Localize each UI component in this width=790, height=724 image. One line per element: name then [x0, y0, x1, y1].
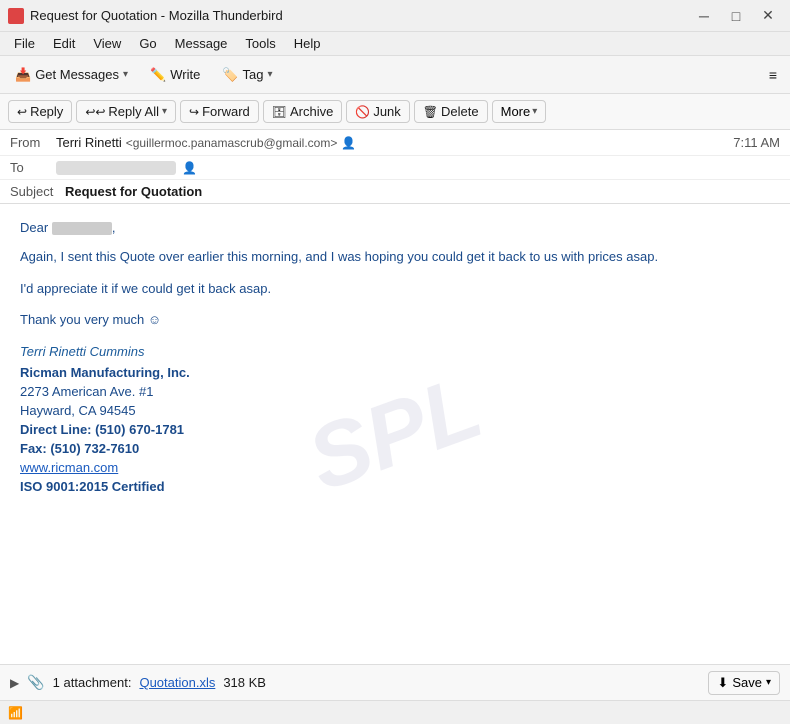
to-profile-icon: 👤: [182, 161, 197, 175]
junk-icon: 🚫: [355, 105, 370, 119]
subject-row: Subject Request for Quotation: [0, 180, 790, 203]
menu-view[interactable]: View: [85, 34, 129, 53]
email-greeting: Dear ,: [20, 220, 770, 235]
attachment-filename[interactable]: Quotation.xls: [139, 675, 215, 690]
email-content: Dear , Again, I sent this Quote over ear…: [20, 220, 770, 494]
status-bar: 📶: [0, 700, 790, 724]
from-label: From: [10, 135, 50, 150]
menu-message[interactable]: Message: [167, 34, 236, 53]
minimize-button[interactable]: ─: [690, 5, 718, 27]
email-subject: Request for Quotation: [65, 184, 202, 199]
sig-direct: Direct Line: (510) 670-1781: [20, 422, 770, 437]
archive-icon: 🗄: [272, 105, 287, 119]
email-thank-you: Thank you very much ☺: [20, 310, 770, 330]
app-icon: [8, 8, 24, 24]
close-button[interactable]: ✕: [754, 5, 782, 27]
attachment-count: 1 attachment:: [53, 675, 132, 690]
write-icon: ✏️: [150, 67, 166, 83]
get-messages-button[interactable]: 📥 Get Messages ▾: [6, 62, 137, 88]
hamburger-icon: ≡: [769, 67, 777, 83]
to-address-blurred: [56, 161, 176, 175]
menu-edit[interactable]: Edit: [45, 34, 83, 53]
attachment-size: 318 KB: [223, 675, 266, 690]
sig-address2: Hayward, CA 94545: [20, 403, 770, 418]
attachment-bar: ▶ 📎 1 attachment: Quotation.xls 318 KB ⬇…: [0, 664, 790, 700]
title-bar: Request for Quotation - Mozilla Thunderb…: [0, 0, 790, 32]
sig-company: Ricman Manufacturing, Inc.: [20, 365, 770, 380]
save-button[interactable]: ⬇ Save ▾: [708, 671, 780, 695]
sender-email: <guillermoc.panamascrub@gmail.com>: [126, 136, 338, 150]
sig-website-link[interactable]: www.ricman.com: [20, 460, 770, 475]
email-timestamp: 7:11 AM: [733, 135, 780, 150]
sig-certification: ISO 9001:2015 Certified: [20, 479, 770, 494]
get-messages-icon: 📥: [15, 67, 31, 83]
forward-icon: ↪: [189, 105, 199, 119]
reply-button[interactable]: ↩ Reply: [8, 100, 72, 123]
delete-button[interactable]: 🗑 Delete: [414, 100, 488, 123]
reply-all-icon: ↩↩: [85, 105, 105, 119]
sig-address1: 2273 American Ave. #1: [20, 384, 770, 399]
attachment-file-icon: 📎: [27, 674, 44, 691]
attachment-expand-icon[interactable]: ▶: [10, 676, 19, 690]
delete-icon: 🗑: [423, 105, 438, 119]
tag-icon: 🏷️: [222, 67, 238, 83]
maximize-button[interactable]: □: [722, 5, 750, 27]
window-title: Request for Quotation - Mozilla Thunderb…: [30, 8, 283, 23]
forward-button[interactable]: ↪ Forward: [180, 100, 259, 123]
get-messages-dropdown-icon[interactable]: ▾: [123, 69, 128, 80]
menu-help[interactable]: Help: [286, 34, 329, 53]
email-paragraph-1: Again, I sent this Quote over earlier th…: [20, 247, 770, 267]
reply-icon: ↩: [17, 105, 27, 119]
from-row: From Terri Rinetti <guillermoc.panamascr…: [0, 130, 790, 156]
to-row: To 👤: [0, 156, 790, 180]
menu-go[interactable]: Go: [131, 34, 164, 53]
sender-profile-icon[interactable]: 👤: [341, 136, 356, 150]
download-icon: ⬇: [717, 675, 728, 691]
email-action-toolbar: ↩ Reply ↩↩ Reply All ▾ ↪ Forward 🗄 Archi…: [0, 94, 790, 130]
sig-name: Terri Rinetti Cummins: [20, 344, 770, 359]
more-dropdown-icon: ▾: [532, 106, 537, 117]
sender-name: Terri Rinetti: [56, 135, 122, 150]
tag-dropdown-icon[interactable]: ▾: [268, 69, 273, 80]
junk-button[interactable]: 🚫 Junk: [346, 100, 409, 123]
email-body: SPL Dear , Again, I sent this Quote over…: [0, 204, 790, 664]
subject-label: Subject: [10, 184, 65, 199]
write-button[interactable]: ✏️ Write: [141, 62, 209, 88]
hamburger-menu-button[interactable]: ≡: [762, 62, 784, 88]
email-paragraph-2: I'd appreciate it if we could get it bac…: [20, 279, 770, 299]
archive-button[interactable]: 🗄 Archive: [263, 100, 343, 123]
to-label: To: [10, 160, 50, 175]
reply-all-button[interactable]: ↩↩ Reply All ▾: [76, 100, 176, 123]
signature-section: Terri Rinetti Cummins Ricman Manufacturi…: [20, 344, 770, 494]
menu-bar: File Edit View Go Message Tools Help: [0, 32, 790, 56]
main-toolbar: 📥 Get Messages ▾ ✏️ Write 🏷️ Tag ▾ ≡: [0, 56, 790, 94]
save-dropdown-icon[interactable]: ▾: [766, 677, 771, 688]
window-controls: ─ □ ✕: [690, 5, 782, 27]
reply-all-dropdown-icon[interactable]: ▾: [162, 106, 167, 117]
more-button[interactable]: More ▾: [492, 100, 547, 123]
connection-status-icon: 📶: [8, 706, 23, 720]
tag-button[interactable]: 🏷️ Tag ▾: [213, 62, 281, 88]
recipient-name-blurred: [52, 222, 112, 235]
sig-fax: Fax: (510) 732-7610: [20, 441, 770, 456]
email-header: ↩ Reply ↩↩ Reply All ▾ ↪ Forward 🗄 Archi…: [0, 94, 790, 204]
menu-file[interactable]: File: [6, 34, 43, 53]
menu-tools[interactable]: Tools: [237, 34, 283, 53]
sender-info: Terri Rinetti <guillermoc.panamascrub@gm…: [56, 135, 727, 150]
